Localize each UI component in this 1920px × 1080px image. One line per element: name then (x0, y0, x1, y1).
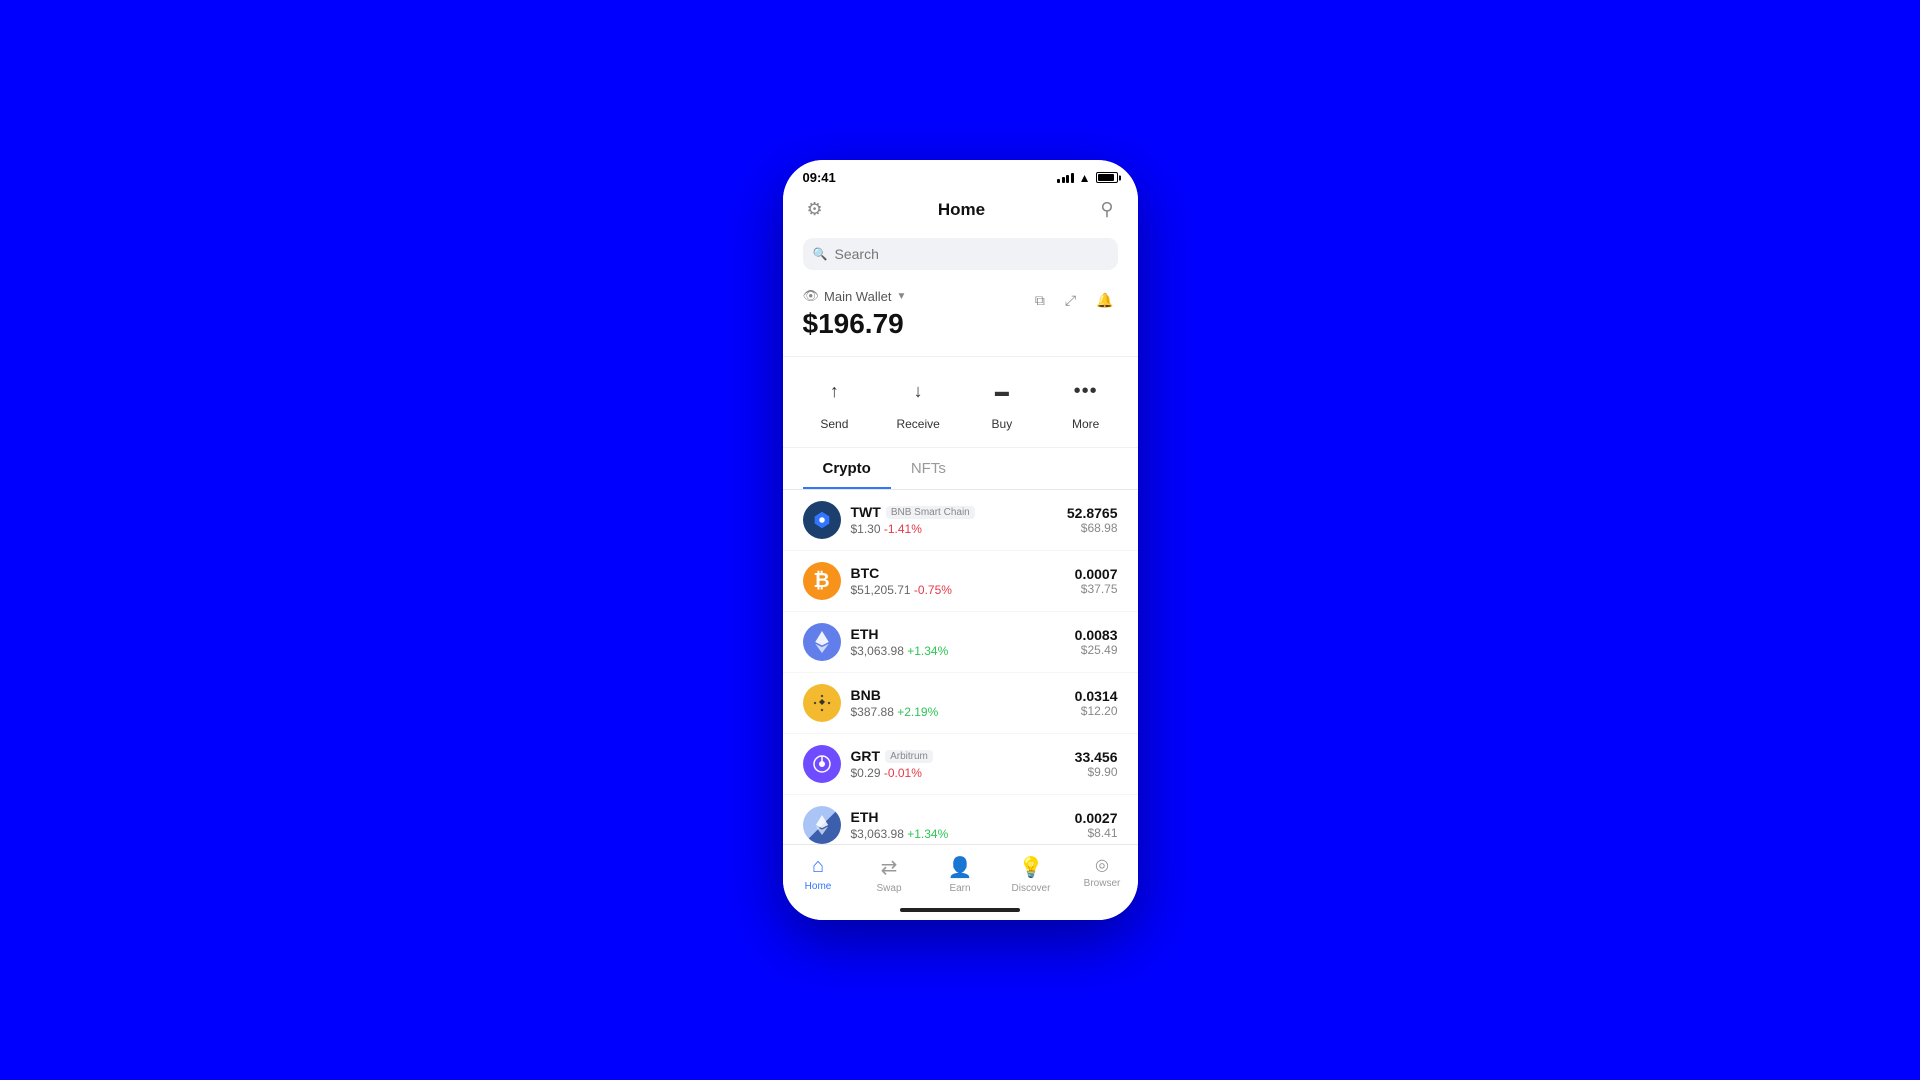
btc-amount: 0.0007 $37.75 (1075, 566, 1118, 596)
more-button[interactable]: ••• More (1061, 371, 1111, 431)
more-icon: ••• (1066, 371, 1106, 411)
eth-icon (803, 623, 841, 661)
send-icon: ↑ (814, 371, 854, 411)
nav-discover-label: Discover (1012, 883, 1051, 894)
search-bar (783, 234, 1138, 280)
search-wrap (803, 238, 1118, 270)
send-button[interactable]: ↑ Send (809, 371, 859, 431)
status-bar: 09:41 ▲ (783, 160, 1138, 189)
copy-icon[interactable]: ⧉ (1031, 288, 1049, 313)
time: 09:41 (803, 170, 836, 185)
eth2-info: ETH $3,063.98 +1.34% (851, 809, 1075, 841)
profile-icon[interactable]: ⚲ (1096, 195, 1117, 224)
eth-amount: 0.0083 $25.49 (1075, 627, 1118, 657)
status-icons: ▲ (1057, 171, 1117, 185)
nav-browser-label: Browser (1084, 878, 1121, 889)
buy-button[interactable]: ▬ Buy (977, 371, 1027, 431)
grt-icon (803, 745, 841, 783)
swap-icon: ⇄ (881, 855, 898, 880)
tab-nfts[interactable]: NFTs (891, 448, 966, 489)
eth2-icon (803, 806, 841, 844)
home-indicator (783, 900, 1138, 920)
receive-button[interactable]: ↓ Receive (893, 371, 943, 431)
list-item[interactable]: BNB $387.88 +2.19% 0.0314 $12.20 (783, 673, 1138, 734)
home-bar (900, 908, 1020, 912)
page-title: Home (938, 200, 985, 220)
bell-icon[interactable]: 🔔 (1092, 288, 1117, 313)
nav-browser[interactable]: ◎ Browser (1067, 853, 1138, 896)
nav-earn[interactable]: 👤 Earn (925, 853, 996, 896)
action-buttons: ↑ Send ↓ Receive ▬ Buy ••• More (783, 357, 1138, 448)
receive-icon: ↓ (898, 371, 938, 411)
expand-icon[interactable]: ⤢ (1061, 288, 1080, 313)
eth2-amount: 0.0027 $8.41 (1075, 810, 1118, 840)
asset-tabs: Crypto NFTs (783, 448, 1138, 490)
app-header: ⚙ Home ⚲ (783, 189, 1138, 234)
twt-amount: 52.8765 $68.98 (1067, 505, 1118, 535)
wallet-section: 👁 Main Wallet ▼ $196.79 ⧉ ⤢ 🔔 (783, 280, 1138, 357)
signal-icon (1057, 173, 1074, 183)
settings-icon[interactable]: ⚙ (803, 195, 827, 224)
nav-earn-label: Earn (949, 883, 970, 894)
battery-icon (1096, 172, 1118, 183)
more-label: More (1072, 417, 1099, 431)
twt-icon (803, 501, 841, 539)
buy-icon: ▬ (982, 371, 1022, 411)
grt-amount: 33.456 $9.90 (1075, 749, 1118, 779)
list-item[interactable]: TWT BNB Smart Chain $1.30 -1.41% 52.8765… (783, 490, 1138, 551)
nav-home[interactable]: ⌂ Home (783, 853, 854, 896)
list-item[interactable]: ETH $3,063.98 +1.34% 0.0083 $25.49 (783, 612, 1138, 673)
eye-icon[interactable]: 👁 (803, 288, 820, 304)
earn-icon: 👤 (948, 855, 973, 880)
home-icon: ⌂ (812, 855, 824, 878)
phone-frame: 09:41 ▲ ⚙ Home ⚲ 👁 Main (783, 160, 1138, 920)
nav-home-label: Home (805, 881, 832, 892)
buy-label: Buy (992, 417, 1013, 431)
nav-discover[interactable]: 💡 Discover (996, 853, 1067, 896)
search-input[interactable] (803, 238, 1118, 270)
twt-info: TWT BNB Smart Chain $1.30 -1.41% (851, 504, 1067, 536)
bnb-amount: 0.0314 $12.20 (1075, 688, 1118, 718)
list-item[interactable]: GRT Arbitrum $0.29 -0.01% 33.456 $9.90 (783, 734, 1138, 795)
crypto-list: TWT BNB Smart Chain $1.30 -1.41% 52.8765… (783, 490, 1138, 844)
btc-icon: ₿ (803, 562, 841, 600)
nav-swap-label: Swap (876, 883, 901, 894)
discover-icon: 💡 (1019, 855, 1044, 880)
grt-info: GRT Arbitrum $0.29 -0.01% (851, 748, 1075, 780)
list-item[interactable]: ₿ BTC $51,205.71 -0.75% 0.0007 $37.75 (783, 551, 1138, 612)
receive-label: Receive (896, 417, 939, 431)
bottom-nav: ⌂ Home ⇄ Swap 👤 Earn 💡 Discover ◎ Browse… (783, 844, 1138, 900)
bnb-icon (803, 684, 841, 722)
bnb-info: BNB $387.88 +2.19% (851, 687, 1075, 719)
list-item[interactable]: ETH $3,063.98 +1.34% 0.0027 $8.41 (783, 795, 1138, 844)
wifi-icon: ▲ (1079, 171, 1091, 185)
send-label: Send (820, 417, 848, 431)
wallet-name: Main Wallet (824, 289, 891, 304)
btc-info: BTC $51,205.71 -0.75% (851, 565, 1075, 597)
wallet-top: 👁 Main Wallet ▼ $196.79 ⧉ ⤢ 🔔 (803, 288, 1118, 342)
eth-info: ETH $3,063.98 +1.34% (851, 626, 1075, 658)
tab-crypto[interactable]: Crypto (803, 448, 891, 489)
chevron-down-icon[interactable]: ▼ (896, 291, 906, 302)
wallet-icons: ⧉ ⤢ 🔔 (1031, 288, 1118, 313)
nav-swap[interactable]: ⇄ Swap (854, 853, 925, 896)
browser-icon: ◎ (1095, 855, 1109, 875)
